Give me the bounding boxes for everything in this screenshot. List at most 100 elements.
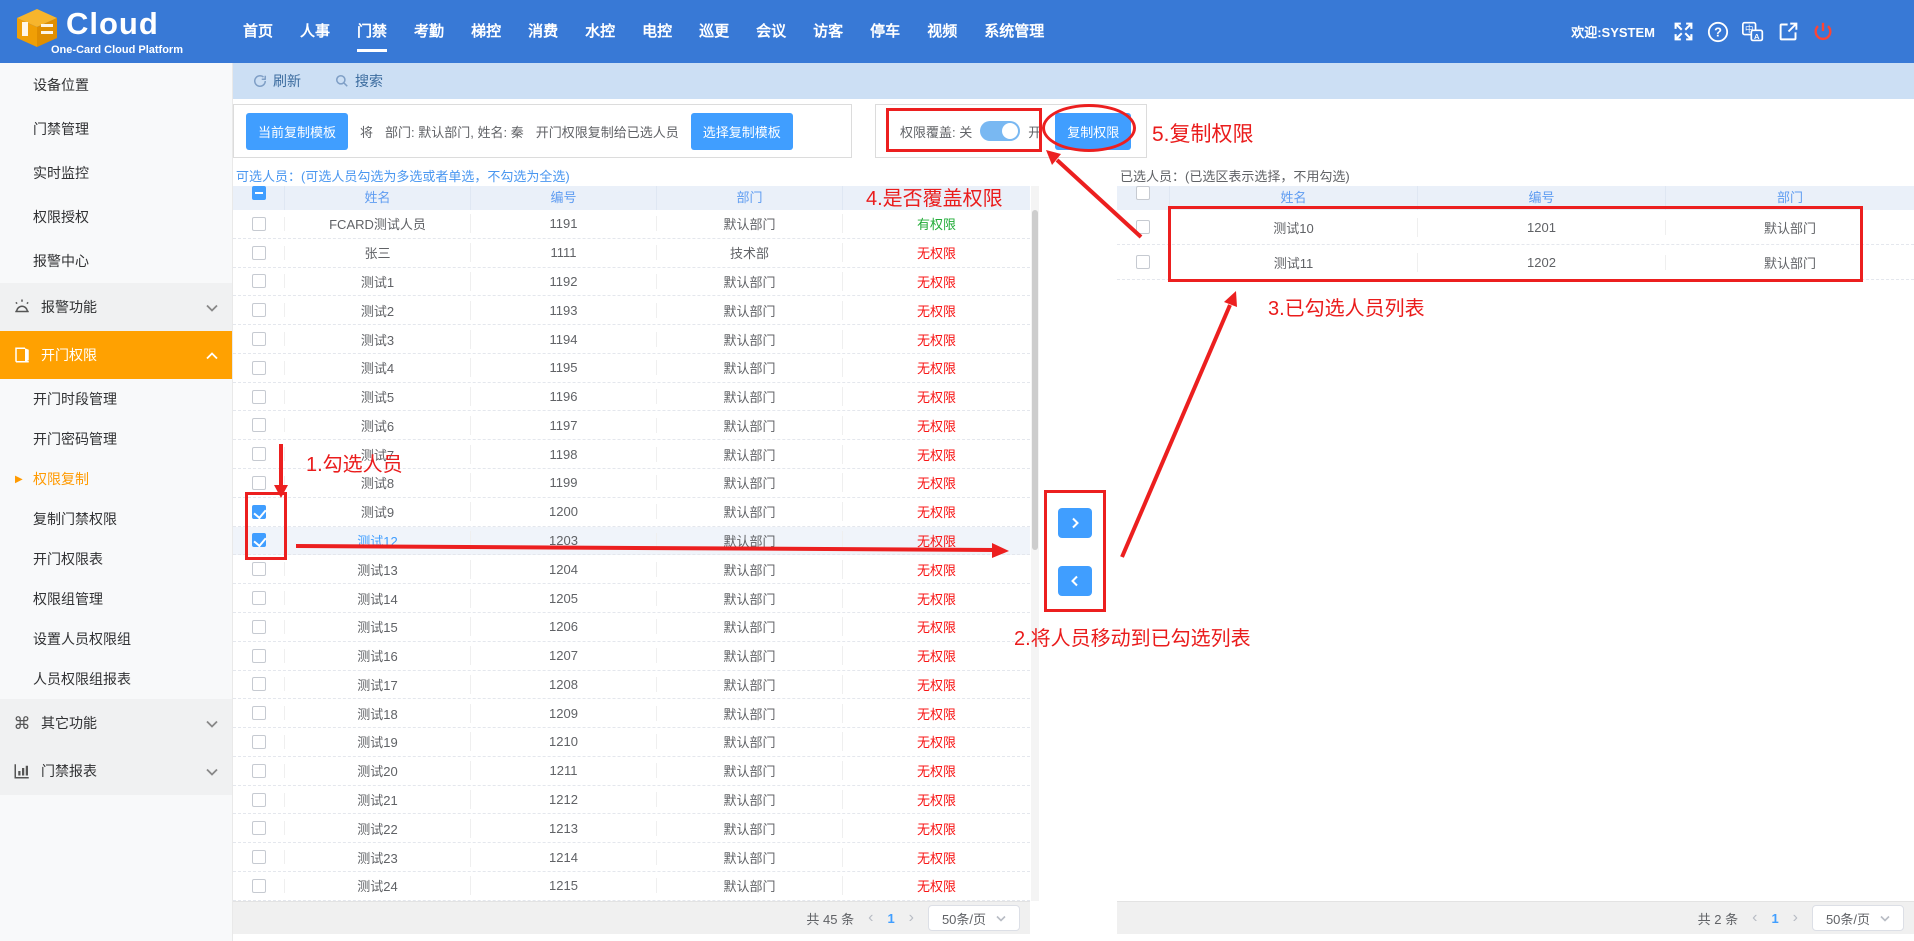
right-next-page-icon[interactable]: › (1789, 909, 1802, 927)
nav-item-9[interactable]: 巡更 (699, 0, 729, 63)
table-row[interactable]: 测试151206默认部门无权限 (233, 613, 1030, 642)
scrollbar-thumb[interactable] (1032, 210, 1038, 550)
nav-item-3[interactable]: 门禁 (357, 0, 387, 63)
nav-item-6[interactable]: 消费 (528, 0, 558, 63)
table-row[interactable]: 测试131204默认部门无权限 (233, 555, 1030, 584)
sidebar-item-17[interactable]: 门禁报表 (0, 747, 232, 795)
table-row[interactable]: 测试221213默认部门无权限 (233, 814, 1030, 843)
table-row[interactable]: 张三1111技术部无权限 (233, 239, 1030, 268)
fullscreen-icon[interactable] (1672, 21, 1694, 43)
row-checkbox[interactable] (252, 533, 266, 547)
row-checkbox[interactable] (252, 821, 266, 835)
row-checkbox[interactable] (252, 562, 266, 576)
select-all-checkbox[interactable] (1136, 186, 1150, 200)
sidebar-item-14[interactable]: 设置人员权限组 (0, 619, 232, 659)
table-row[interactable]: 测试91200默认部门无权限 (233, 498, 1030, 527)
table-row[interactable]: 测试51196默认部门无权限 (233, 383, 1030, 412)
row-checkbox[interactable] (252, 649, 266, 663)
row-checkbox[interactable] (252, 447, 266, 461)
nav-item-14[interactable]: 系统管理 (984, 0, 1044, 63)
row-checkbox[interactable] (252, 591, 266, 605)
new-window-icon[interactable] (1777, 21, 1799, 43)
sidebar-item-12[interactable]: 开门权限表 (0, 539, 232, 579)
row-checkbox[interactable] (252, 332, 266, 346)
nav-item-4[interactable]: 考勤 (414, 0, 444, 63)
help-icon[interactable]: ? (1707, 21, 1729, 43)
row-checkbox[interactable] (252, 735, 266, 749)
refresh-button[interactable]: 刷新 (253, 71, 301, 91)
sidebar-item-16[interactable]: ⌘其它功能 (0, 699, 232, 747)
row-checkbox[interactable] (252, 879, 266, 893)
sidebar-item-11[interactable]: 复制门禁权限 (0, 499, 232, 539)
row-checkbox[interactable] (252, 850, 266, 864)
table-row[interactable]: 测试61197默认部门无权限 (233, 411, 1030, 440)
table-row[interactable]: 测试181209默认部门无权限 (233, 699, 1030, 728)
sidebar-item-6[interactable]: 报警功能 (0, 283, 232, 331)
nav-item-13[interactable]: 视频 (927, 0, 957, 63)
left-current-page[interactable]: 1 (887, 911, 894, 926)
sidebar-item-15[interactable]: 人员权限组报表 (0, 659, 232, 699)
row-checkbox[interactable] (252, 764, 266, 778)
table-row[interactable]: 测试81199默认部门无权限 (233, 469, 1030, 498)
table-row[interactable]: 测试211212默认部门无权限 (233, 786, 1030, 815)
table-row[interactable]: 测试101201默认部门 (1117, 210, 1914, 245)
sidebar-item-1[interactable]: 设备位置 (0, 63, 232, 107)
row-checkbox[interactable] (252, 476, 266, 490)
sidebar-item-10[interactable]: ▶权限复制 (0, 459, 232, 499)
left-prev-page-icon[interactable]: ‹ (864, 909, 877, 927)
left-page-size-select[interactable]: 50条/页 (928, 905, 1020, 931)
move-left-button[interactable] (1058, 566, 1092, 596)
right-page-size-select[interactable]: 50条/页 (1812, 905, 1904, 931)
right-prev-page-icon[interactable]: ‹ (1748, 909, 1761, 927)
nav-item-11[interactable]: 访客 (813, 0, 843, 63)
nav-item-12[interactable]: 停车 (870, 0, 900, 63)
row-checkbox[interactable] (252, 217, 266, 231)
nav-item-5[interactable]: 梯控 (471, 0, 501, 63)
row-checkbox[interactable] (1136, 220, 1150, 234)
sidebar-item-3[interactable]: 实时监控 (0, 151, 232, 195)
override-toggle[interactable] (980, 121, 1020, 141)
sidebar-item-4[interactable]: 权限授权 (0, 195, 232, 239)
move-right-button[interactable] (1058, 508, 1092, 538)
current-template-button[interactable]: 当前复制模板 (246, 113, 348, 150)
table-row[interactable]: 测试31194默认部门无权限 (233, 325, 1030, 354)
search-button[interactable]: 搜索 (335, 71, 383, 91)
table-row[interactable]: 测试41195默认部门无权限 (233, 354, 1030, 383)
row-checkbox[interactable] (252, 677, 266, 691)
select-template-button[interactable]: 选择复制模板 (691, 113, 793, 150)
nav-item-8[interactable]: 电控 (642, 0, 672, 63)
table-row[interactable]: 测试11192默认部门无权限 (233, 268, 1030, 297)
row-checkbox[interactable] (1136, 255, 1150, 269)
nav-item-2[interactable]: 人事 (300, 0, 330, 63)
table-row[interactable]: 测试171208默认部门无权限 (233, 671, 1030, 700)
table-row[interactable]: 测试121203默认部门无权限 (233, 527, 1030, 556)
nav-item-7[interactable]: 水控 (585, 0, 615, 63)
row-checkbox[interactable] (252, 418, 266, 432)
table-row[interactable]: 测试21193默认部门无权限 (233, 296, 1030, 325)
sidebar-item-13[interactable]: 权限组管理 (0, 579, 232, 619)
sidebar-item-5[interactable]: 报警中心 (0, 239, 232, 283)
row-checkbox[interactable] (252, 390, 266, 404)
nav-item-10[interactable]: 会议 (756, 0, 786, 63)
table-row[interactable]: 测试191210默认部门无权限 (233, 728, 1030, 757)
row-checkbox[interactable] (252, 303, 266, 317)
row-checkbox[interactable] (252, 620, 266, 634)
row-checkbox[interactable] (252, 274, 266, 288)
left-next-page-icon[interactable]: › (905, 909, 918, 927)
copy-permission-button[interactable]: 复制权限 (1055, 113, 1131, 150)
table-row[interactable]: 测试111202默认部门 (1117, 245, 1914, 280)
table-row[interactable]: 测试201211默认部门无权限 (233, 757, 1030, 786)
translate-icon[interactable]: 中A (1742, 21, 1764, 43)
row-checkbox[interactable] (252, 361, 266, 375)
sidebar-item-8[interactable]: 开门时段管理 (0, 379, 232, 419)
table-row[interactable]: FCARD测试人员1191默认部门有权限 (233, 210, 1030, 239)
table-row[interactable]: 测试161207默认部门无权限 (233, 642, 1030, 671)
sidebar-item-7[interactable]: 开门权限 (0, 331, 232, 379)
right-current-page[interactable]: 1 (1771, 911, 1778, 926)
row-checkbox[interactable] (252, 505, 266, 519)
row-checkbox[interactable] (252, 793, 266, 807)
sidebar-item-9[interactable]: 开门密码管理 (0, 419, 232, 459)
nav-item-1[interactable]: 首页 (243, 0, 273, 63)
row-checkbox[interactable] (252, 706, 266, 720)
select-all-checkbox[interactable] (252, 186, 266, 200)
